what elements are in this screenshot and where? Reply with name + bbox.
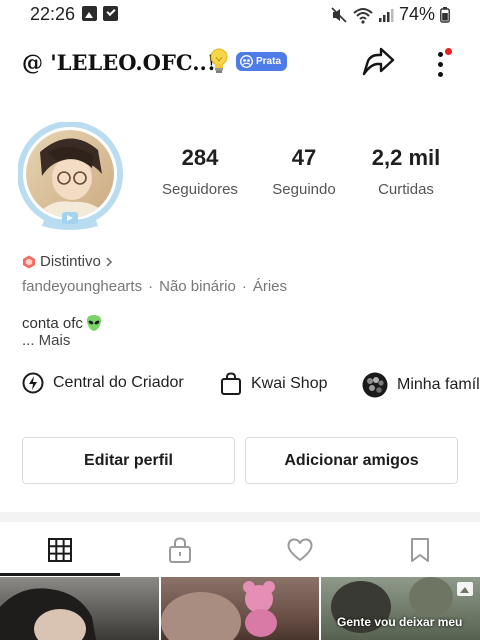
distintivo-link[interactable]: Distintivo <box>22 253 113 270</box>
video-thumbnail[interactable]: Gente vou deixar meu <box>321 577 480 640</box>
battery-icon <box>440 6 450 23</box>
heart-icon <box>287 538 313 561</box>
share-arrow-icon <box>362 47 395 76</box>
edit-profile-button[interactable]: Editar perfil <box>22 437 235 484</box>
section-divider <box>0 512 480 522</box>
tab-posts[interactable] <box>0 522 120 577</box>
meta-fandom: fandeyounghearts <box>22 278 143 295</box>
following-label: Seguindo <box>272 181 336 198</box>
more-dot-icon <box>438 52 443 57</box>
thumbnail-image <box>161 581 277 640</box>
add-friends-button[interactable]: Adicionar amigos <box>245 437 458 484</box>
creator-center-label: Central do Criador <box>53 374 184 391</box>
tab-private[interactable] <box>120 522 240 577</box>
kwai-shop-shortcut[interactable]: Kwai Shop <box>220 372 328 396</box>
share-button[interactable] <box>360 44 396 80</box>
bio-text: conta ofc <box>22 314 83 332</box>
likes-count: 2,2 mil <box>371 145 441 170</box>
lock-icon <box>169 536 191 563</box>
likes-stat[interactable]: 2,2 mil Curtidas <box>364 145 448 198</box>
check-notification-icon <box>103 6 118 21</box>
selected-tab-indicator <box>0 573 120 576</box>
status-bar: 22:26 74% <box>0 0 480 28</box>
lightning-icon <box>22 372 44 394</box>
alien-emoji-icon <box>86 315 101 331</box>
more-options-button[interactable] <box>430 44 454 80</box>
gallery-notification-icon <box>82 6 97 21</box>
profile-username: @ 'LELEO.OFC..! <box>22 50 217 75</box>
likes-label: Curtidas <box>378 181 434 198</box>
profile-header: @ 'LELEO.OFC..! Prata <box>0 38 480 90</box>
meta-zodiac: Áries <box>252 278 288 295</box>
bio-more-link[interactable]: ... Mais <box>22 332 70 349</box>
family-avatar-icon <box>362 372 388 398</box>
tab-saved[interactable] <box>360 522 480 577</box>
shopping-bag-icon <box>221 372 241 395</box>
thumbnail-image <box>0 588 96 640</box>
meta-separator: · <box>148 278 154 295</box>
chevron-right-icon <box>106 256 112 267</box>
group-icon <box>240 55 253 68</box>
profile-avatar[interactable] <box>17 121 126 232</box>
kwai-shop-label: Kwai Shop <box>251 375 328 392</box>
family-label: Minha família <box>397 376 480 393</box>
hexagon-badge-icon <box>23 255 35 268</box>
prata-badge-label: Prata <box>256 56 282 67</box>
avatar-image <box>17 121 123 230</box>
prata-badge[interactable]: Prata <box>236 52 288 71</box>
grid-icon <box>48 537 72 562</box>
more-dot-icon <box>438 62 443 67</box>
status-right-icons: 74% <box>330 4 450 25</box>
meta-separator: · <box>241 278 247 295</box>
profile-shortcuts: Central do Criador Kwai Shop Minha famíl… <box>0 372 480 402</box>
creator-center-shortcut[interactable]: Central do Criador <box>22 372 184 394</box>
video-thumbnail[interactable] <box>161 577 319 640</box>
following-stat[interactable]: 47 Seguindo <box>264 145 344 198</box>
profile-bio: conta ofc <box>22 314 103 332</box>
lightbulb-emoji-icon <box>210 48 228 73</box>
family-shortcut[interactable]: Minha família <box>362 372 480 398</box>
video-grid: Gente vou deixar meu <box>0 577 480 640</box>
mute-icon <box>331 6 347 23</box>
followers-stat[interactable]: 284 Seguidores <box>156 145 244 198</box>
status-notification-icons <box>82 6 118 21</box>
status-time: 22:26 <box>30 4 76 24</box>
video-thumbnail[interactable] <box>0 577 159 640</box>
bookmark-icon <box>411 537 429 562</box>
profile-meta: fandeyounghearts · Não binário · Áries <box>22 278 287 295</box>
thumbnail-caption: Gente vou deixar meu <box>337 615 463 629</box>
thumbnail-image <box>331 577 473 633</box>
signal-icon <box>378 8 394 22</box>
tab-liked[interactable] <box>240 522 360 577</box>
wifi-icon <box>353 7 373 24</box>
followers-label: Seguidores <box>162 181 238 198</box>
following-count: 47 <box>291 145 317 170</box>
distintivo-label: Distintivo <box>40 253 101 270</box>
battery-percentage: 74% <box>398 4 435 24</box>
meta-gender: Não binário <box>159 278 236 295</box>
more-dot-icon <box>438 72 443 77</box>
notification-dot <box>445 48 452 55</box>
content-tabs <box>0 522 480 577</box>
followers-count: 284 <box>181 145 219 170</box>
